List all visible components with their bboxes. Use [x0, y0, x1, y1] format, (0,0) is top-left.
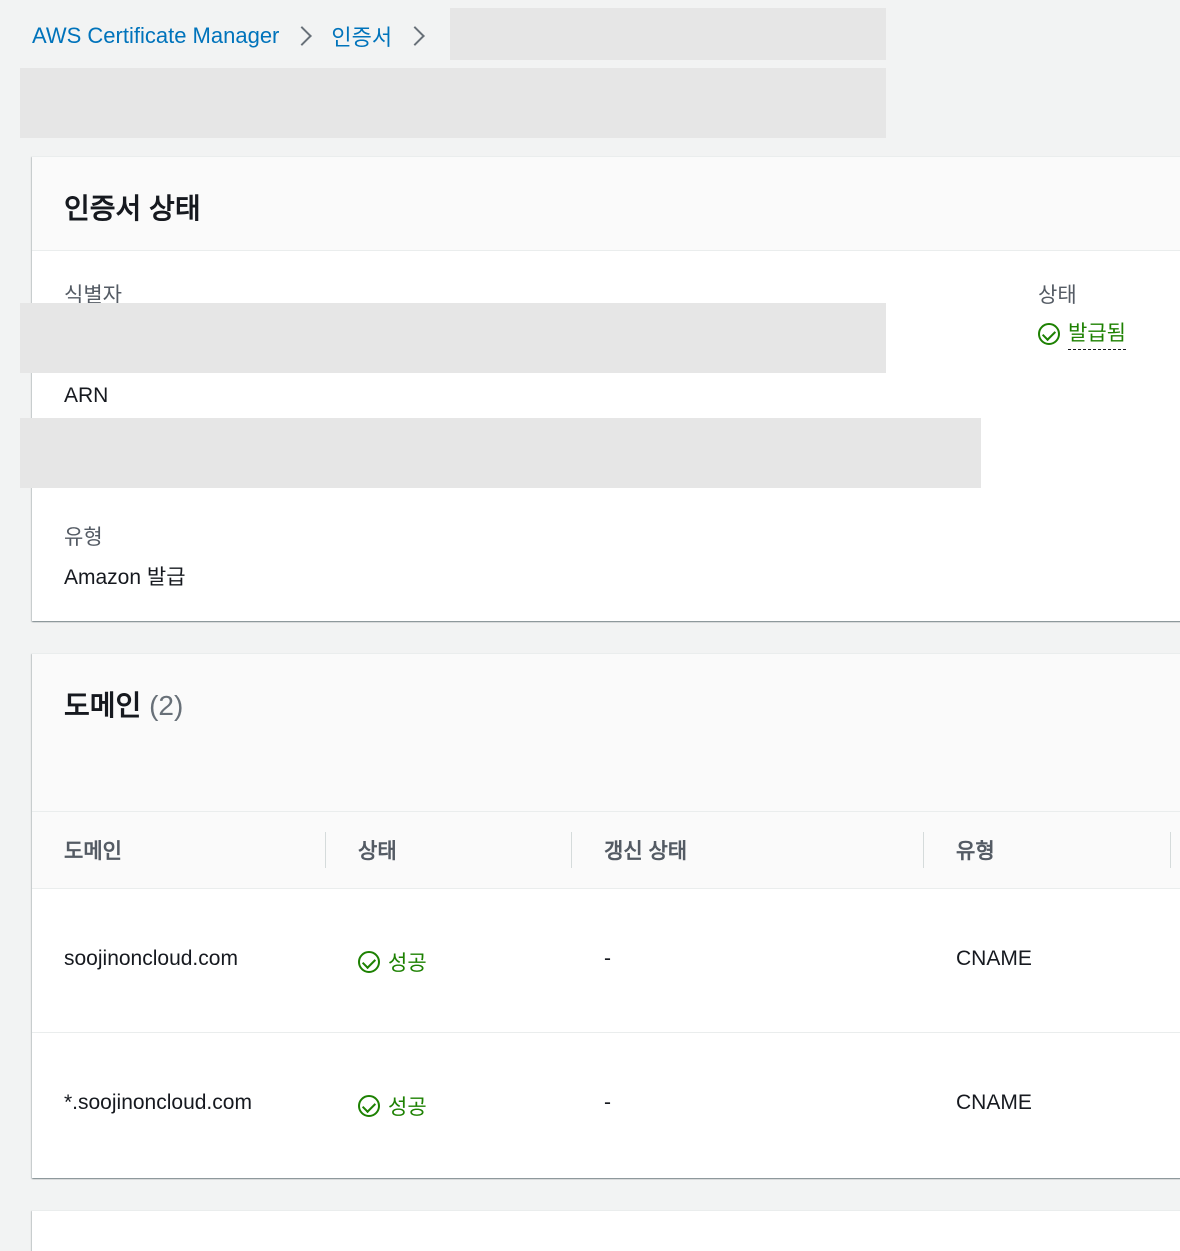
redacted-breadcrumb-current [450, 8, 886, 60]
certificate-status-title: 인증서 상태 [64, 193, 201, 224]
check-circle-icon [358, 951, 380, 973]
domain-name: soojinoncloud.com [64, 947, 238, 970]
domains-table-header: 도메인 상태 갱신 상태 유형 [32, 812, 1180, 888]
renewal-status: - [604, 947, 611, 970]
redacted-identifier-value [20, 303, 886, 373]
chevron-right-icon [292, 26, 313, 46]
certificate-status-value[interactable]: 발급됨 [1068, 317, 1126, 350]
status-label: 상태 [1038, 284, 1077, 307]
redacted-arn-value [20, 418, 981, 488]
record-type: CNAME [956, 947, 1032, 970]
domain-validation-status: 성공 [358, 1091, 427, 1121]
column-header-renewal-status[interactable]: 갱신 상태 [604, 812, 687, 888]
domains-title-text: 도메인 [64, 690, 142, 721]
breadcrumb-certificates-link[interactable]: 인증서 [331, 20, 392, 52]
type-value: Amazon 발급 [64, 566, 186, 589]
arn-label: ARN [64, 384, 109, 407]
domains-count: (2) [149, 690, 184, 721]
certificate-status-panel: 인증서 상태 식별자 ARN 유형 Amazon 발급 상태 발급됨 [32, 156, 1180, 621]
column-divider [571, 832, 572, 868]
column-header-domain[interactable]: 도메인 [64, 812, 122, 888]
domain-validation-status: 성공 [358, 947, 427, 977]
column-divider [325, 832, 326, 868]
column-divider [923, 832, 924, 868]
check-circle-icon [1038, 322, 1060, 345]
domain-name: *.soojinoncloud.com [64, 1091, 252, 1114]
record-type: CNAME [956, 1091, 1032, 1114]
column-header-status[interactable]: 상태 [358, 812, 397, 888]
column-header-type[interactable]: 유형 [956, 812, 995, 888]
domain-status-value: 성공 [388, 952, 427, 975]
domains-header: 도메인 (2) [32, 654, 1180, 812]
renewal-status: - [604, 1091, 611, 1114]
table-row: soojinoncloud.com 성공 - CNAME [32, 889, 1180, 1032]
certificate-status-header: 인증서 상태 [32, 157, 1180, 251]
type-label: 유형 [64, 526, 103, 549]
next-panel [32, 1210, 1180, 1251]
domains-panel: 도메인 (2) 도메인 상태 갱신 상태 유형 soojinoncloud.co… [32, 653, 1180, 1178]
chevron-right-icon [405, 26, 426, 46]
column-divider [1170, 832, 1171, 868]
domain-status-value: 성공 [388, 1096, 427, 1119]
domains-title: 도메인 (2) [64, 684, 183, 724]
redacted-page-title [20, 68, 886, 138]
breadcrumb: AWS Certificate Manager 인증서 [32, 18, 444, 54]
check-circle-icon [358, 1095, 380, 1117]
breadcrumb-acm-link[interactable]: AWS Certificate Manager [32, 23, 279, 49]
table-row: *.soojinoncloud.com 성공 - CNAME [32, 1033, 1180, 1178]
certificate-status: 발급됨 [1038, 317, 1126, 350]
